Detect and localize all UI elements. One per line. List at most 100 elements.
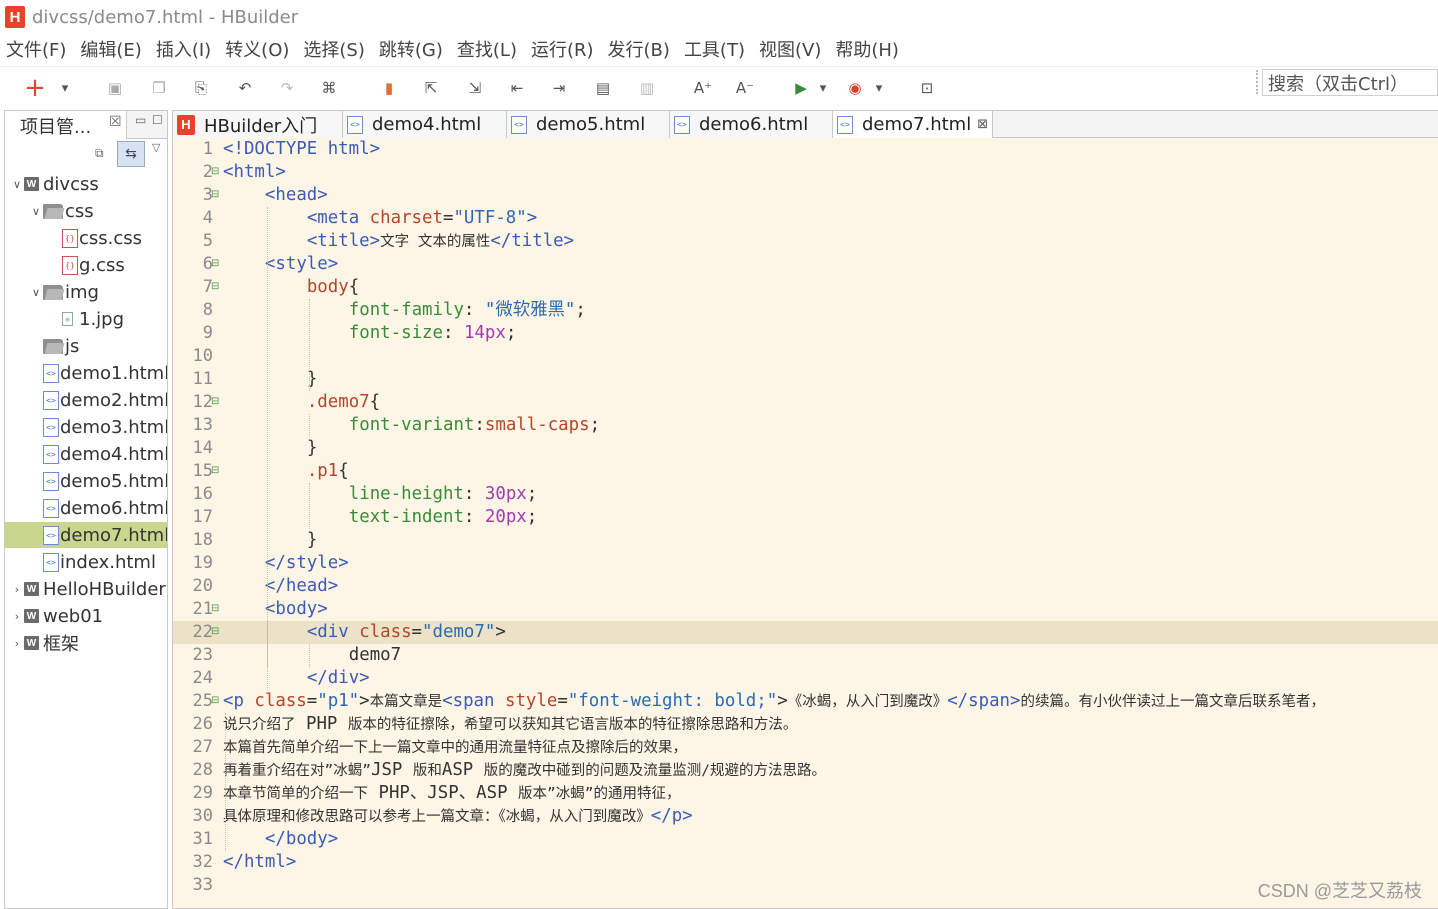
fold-marker-icon[interactable]: ⊟ bbox=[211, 695, 219, 707]
goto-icon[interactable]: ⇱ bbox=[420, 77, 442, 99]
close-icon[interactable]: ⊠ bbox=[977, 117, 988, 132]
tree-item[interactable]: ≡ 1.jpg bbox=[5, 306, 167, 332]
fold-marker-icon[interactable]: ⊟ bbox=[211, 166, 219, 178]
code-token: <title> bbox=[306, 231, 381, 251]
menu-item[interactable]: 编辑(E) bbox=[80, 36, 141, 62]
tree-item[interactable]: › Wweb01 bbox=[5, 603, 167, 629]
line-number: 19 bbox=[192, 553, 213, 573]
menu-item[interactable]: 跳转(G) bbox=[379, 36, 443, 62]
tree-item[interactable]: <> index.html bbox=[5, 549, 167, 575]
menu-item[interactable]: 查找(L) bbox=[457, 36, 517, 62]
menu-item[interactable]: 文件(F) bbox=[6, 36, 66, 62]
twisty-icon[interactable]: › bbox=[10, 637, 24, 650]
dropdown-icon[interactable]: ▾ bbox=[58, 77, 72, 99]
format-icon[interactable]: ⌘ bbox=[318, 77, 340, 99]
code-area[interactable]: 1 <!DOCTYPE html> 2 ⊟ <html> 3 ⊟ <head> 4 <meta c… bbox=[173, 138, 1438, 909]
menu-item[interactable]: 转义(O) bbox=[225, 36, 289, 62]
font-increase-icon[interactable]: A⁺ bbox=[692, 77, 714, 99]
line-number: 28 bbox=[192, 760, 213, 780]
editor-tab[interactable]: H HBuilder入门 bbox=[173, 111, 343, 138]
twisty-icon[interactable]: ∨ bbox=[10, 178, 24, 191]
tree-item[interactable]: <> demo3.html bbox=[5, 414, 167, 440]
tree-item[interactable]: <> demo5.html bbox=[5, 468, 167, 494]
run-icon[interactable]: ▶ bbox=[790, 77, 812, 99]
save-icon[interactable]: ▣ bbox=[104, 77, 126, 99]
copy-icon[interactable]: ⎘ bbox=[190, 77, 212, 99]
fold-marker-icon[interactable]: ⊟ bbox=[211, 281, 219, 293]
view-menu-icon[interactable]: ▽ bbox=[152, 141, 160, 154]
bookmark-icon[interactable]: ▮ bbox=[378, 77, 400, 99]
uncomment-icon[interactable]: ▥ bbox=[636, 77, 658, 99]
tree-item[interactable]: <> demo4.html bbox=[5, 441, 167, 467]
run-dropdown-icon[interactable]: ▾ bbox=[816, 77, 830, 99]
collapse-all-icon[interactable]: ⧉ bbox=[95, 146, 104, 161]
twisty-icon[interactable]: › bbox=[10, 583, 24, 596]
tree-item[interactable]: ∨ css bbox=[5, 198, 167, 224]
move-left-icon[interactable]: ⇤ bbox=[506, 77, 528, 99]
indent-guide bbox=[266, 621, 268, 690]
tree-item[interactable]: <> demo2.html bbox=[5, 387, 167, 413]
tree-item[interactable]: ∨ img bbox=[5, 279, 167, 305]
fold-marker-icon[interactable]: ⊟ bbox=[211, 465, 219, 477]
editor-tab-label: demo6.html bbox=[699, 114, 809, 135]
code-token: class bbox=[359, 622, 412, 642]
editor-tab[interactable]: <> demo4.html bbox=[343, 111, 507, 138]
save-all-icon[interactable]: ❐ bbox=[148, 77, 170, 99]
redo-icon[interactable]: ↷ bbox=[276, 77, 298, 99]
menu-item[interactable]: 视图(V) bbox=[759, 36, 821, 62]
code-token: 具体原理和修改思路可以参考上一篇文章：《冰蝎，从入门到魔改》 bbox=[223, 809, 651, 825]
fold-marker-icon[interactable]: ⊟ bbox=[211, 396, 219, 408]
menu-item[interactable]: 工具(T) bbox=[684, 36, 745, 62]
tree-item[interactable]: {} g.css bbox=[5, 252, 167, 278]
menu-item[interactable]: 选择(S) bbox=[303, 36, 364, 62]
fold-marker-icon[interactable]: ⊟ bbox=[211, 603, 219, 615]
code-line: 31 </body> bbox=[173, 828, 1438, 851]
menu-item[interactable]: 发行(B) bbox=[608, 36, 670, 62]
jump-icon[interactable]: ⇲ bbox=[464, 77, 486, 99]
tree-item[interactable]: <> demo1.html bbox=[5, 360, 167, 386]
close-icon[interactable]: ☒ bbox=[109, 114, 122, 130]
preview-icon[interactable]: ⊡ bbox=[916, 77, 938, 99]
code-token: { bbox=[348, 277, 360, 297]
new-icon[interactable]: + bbox=[24, 73, 46, 103]
editor-tab[interactable]: <> demo6.html bbox=[670, 111, 833, 138]
link-editor-icon[interactable]: ⇆ bbox=[117, 141, 145, 167]
tree-item[interactable]: js bbox=[5, 333, 167, 359]
font-decrease-icon[interactable]: A⁻ bbox=[734, 77, 756, 99]
fold-marker-icon[interactable]: ⊟ bbox=[211, 258, 219, 270]
code-token: 的续篇。有小伙伴读过上一篇文章后联系笔者， bbox=[1020, 694, 1326, 710]
tree-item[interactable]: {} css.css bbox=[5, 225, 167, 251]
tree-item[interactable]: <> demo6.html bbox=[5, 495, 167, 521]
tree-item-label: HelloHBuilder bbox=[43, 578, 166, 600]
search-input[interactable]: 搜索（双击Ctrl） bbox=[1262, 69, 1438, 96]
undo-icon[interactable]: ↶ bbox=[234, 77, 256, 99]
twisty-icon[interactable]: ∨ bbox=[29, 205, 43, 218]
code-token: "font-weight: bold;" bbox=[567, 691, 778, 711]
fold-marker-icon[interactable]: ⊟ bbox=[211, 189, 219, 201]
browser-icon[interactable]: ◉ bbox=[844, 77, 866, 99]
toolbar-grip[interactable] bbox=[1256, 70, 1258, 94]
browser-dropdown-icon[interactable]: ▾ bbox=[872, 77, 886, 99]
tree-item[interactable]: › W 框架 bbox=[5, 630, 167, 656]
menu-item[interactable]: 运行(R) bbox=[531, 36, 594, 62]
menu-item[interactable]: 帮助(H) bbox=[835, 36, 899, 62]
fold-marker-icon[interactable]: ⊟ bbox=[211, 626, 219, 638]
toolbar: + ▾ ▣ ❐ ⎘ ↶ ↷ ⌘ ▮ ⇱ ⇲ ⇤ ⇥ ▤ ▥ A⁺ A⁻ ▶ ▾ ◉ ▾ ⊡ bbox=[0, 66, 1438, 108]
code-token: </head> bbox=[264, 576, 339, 596]
twisty-icon[interactable]: ∨ bbox=[29, 286, 43, 299]
maximize-icon[interactable]: ☐ bbox=[152, 113, 163, 127]
tree-item[interactable]: ∨ Wdivcss bbox=[5, 171, 167, 197]
menu-item[interactable]: 插入(I) bbox=[156, 36, 211, 62]
tree-item[interactable]: › W HelloHBuilder bbox=[5, 576, 167, 602]
html-file-icon: <> bbox=[347, 115, 363, 134]
move-right-icon[interactable]: ⇥ bbox=[548, 77, 570, 99]
comment-icon[interactable]: ▤ bbox=[592, 77, 614, 99]
editor-tab[interactable]: <> demo5.html bbox=[507, 111, 670, 138]
editor-tab[interactable]: <> demo7.html ⊠ bbox=[833, 111, 993, 138]
code-text: font-variant:small-caps; bbox=[349, 414, 600, 437]
project-manager-panel: 项目管... ☒ ▭ ☐ ⧉ ⇆ ▽ ∨ Wdivcss ∨ css{} css.css… bbox=[4, 110, 168, 909]
code-text: body{ bbox=[307, 276, 359, 299]
minimize-icon[interactable]: ▭ bbox=[135, 113, 146, 127]
tree-item[interactable]: <> demo7.html bbox=[5, 522, 167, 548]
twisty-icon[interactable]: › bbox=[10, 610, 24, 623]
